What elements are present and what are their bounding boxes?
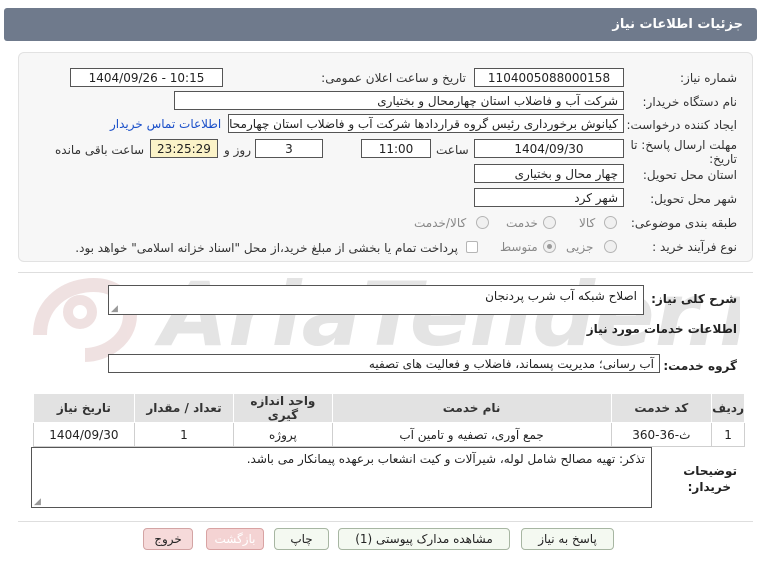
delivery-city-label: شهر محل تحویل: <box>650 192 737 206</box>
back-button[interactable]: بازگشت <box>206 528 264 550</box>
category-goods-service-label: کالا/خدمت <box>414 216 467 230</box>
service-group-field[interactable]: آب رسانی؛ مدیریت پسماند، فاضلاب و فعالیت… <box>108 354 660 373</box>
services-section-title: اطلاعات خدمات مورد نیاز <box>586 322 737 336</box>
column-header-unit: واحد اندازه گیری <box>233 393 333 423</box>
cell-quantity: 1 <box>133 422 235 447</box>
category-goods-label: کالا <box>579 216 596 230</box>
cell-unit: پروژه <box>233 422 333 447</box>
category-service-label: خدمت <box>506 216 538 230</box>
separator <box>18 272 753 273</box>
cell-service-code: ث-36-360 <box>610 422 713 447</box>
deadline-time-field[interactable]: 11:00 <box>361 139 431 158</box>
service-group-label: گروه خدمت: <box>663 359 737 373</box>
separator <box>18 521 753 522</box>
buyer-org-label: نام دستگاه خریدار: <box>642 95 738 109</box>
delivery-province-field[interactable]: چهار محال و بختیاری <box>474 164 624 183</box>
column-header-need-date: تاریخ نیاز <box>33 393 135 423</box>
page-title: جزئیات اطلاعات نیاز <box>612 17 743 32</box>
days-label: روز و <box>224 143 251 157</box>
print-button[interactable]: چاپ <box>274 528 329 550</box>
view-attachments-button[interactable]: مشاهده مدارک پیوستی (1) <box>338 528 510 550</box>
deadline-date-field[interactable]: 1404/09/30 <box>474 139 624 158</box>
exit-button[interactable]: خروج <box>143 528 193 550</box>
need-description-label: شرح کلی نیاز: <box>651 292 737 306</box>
buyer-notes-field[interactable]: تذکر: تهیه مصالح شامل لوله، شیرآلات و کی… <box>31 447 652 508</box>
deadline-date-label: تاریخ: <box>709 152 737 166</box>
column-header-quantity: تعداد / مقدار <box>133 393 235 423</box>
buyer-notes-label-line2: خریدار: <box>687 480 731 494</box>
category-goods-service-radio[interactable] <box>476 216 489 229</box>
cell-service-name: جمع آوری، تصفیه و تامین آب <box>331 422 612 447</box>
remaining-time-field[interactable]: 23:25:29 <box>150 139 218 158</box>
days-remaining-field[interactable]: 3 <box>255 139 323 158</box>
need-description-field[interactable]: اصلاح شبکه آب شرب پردنجان ◢ <box>108 285 644 315</box>
column-header-service-name: نام خدمت <box>331 393 612 423</box>
cell-row-number: 1 <box>711 422 745 447</box>
delivery-province-label: استان محل تحویل: <box>642 168 737 182</box>
creator-label: ایجاد کننده درخواست: <box>626 118 737 132</box>
reply-to-need-button[interactable]: پاسخ به نیاز <box>521 528 614 550</box>
category-label: طبقه بندی موضوعی: <box>630 216 737 230</box>
buyer-notes-label-line1: توضیحات <box>683 464 737 478</box>
need-description-text: اصلاح شبکه آب شرب پردنجان <box>485 289 637 303</box>
remaining-time-label: ساعت باقی مانده <box>55 143 145 157</box>
cell-need-date: 1404/09/30 <box>33 422 135 447</box>
delivery-city-field[interactable]: شهر کرد <box>474 188 624 207</box>
need-number-field[interactable]: 1104005088000158 <box>474 68 624 87</box>
buyer-notes-text: تذکر: تهیه مصالح شامل لوله، شیرآلات و کی… <box>246 452 645 466</box>
column-header-service-code: کد خدمت <box>610 393 713 423</box>
column-header-row-number: ردیف <box>711 393 745 423</box>
deadline-label: مهلت ارسال پاسخ: تا <box>630 138 737 152</box>
table-header-row: ردیف کد خدمت نام خدمت واحد اندازه گیری ت… <box>33 393 745 423</box>
category-goods-radio[interactable] <box>604 216 617 229</box>
resize-handle-icon[interactable]: ◢ <box>111 304 118 314</box>
services-table: ردیف کد خدمت نام خدمت واحد اندازه گیری ت… <box>33 393 745 447</box>
table-row[interactable]: 1 ث-36-360 جمع آوری، تصفیه و تامین آب پر… <box>33 422 745 447</box>
announce-datetime-field[interactable]: 1404/09/26 - 10:15 <box>70 68 223 87</box>
deadline-time-label: ساعت <box>436 143 469 157</box>
category-service-radio[interactable] <box>543 216 556 229</box>
announce-datetime-label: تاریخ و ساعت اعلان عمومی: <box>321 71 466 85</box>
resize-handle-icon[interactable]: ◢ <box>34 497 41 507</box>
buyer-org-field[interactable]: شرکت آب و فاضلاب استان چهارمحال و بختیار… <box>174 91 624 110</box>
page-title-bar: جزئیات اطلاعات نیاز <box>4 8 757 41</box>
need-number-label: شماره نیاز: <box>680 71 737 85</box>
creator-field[interactable]: کیانوش برخورداری رئیس گروه قراردادها شرک… <box>228 114 624 133</box>
buyer-contact-link[interactable]: اطلاعات تماس خریدار <box>110 117 221 131</box>
